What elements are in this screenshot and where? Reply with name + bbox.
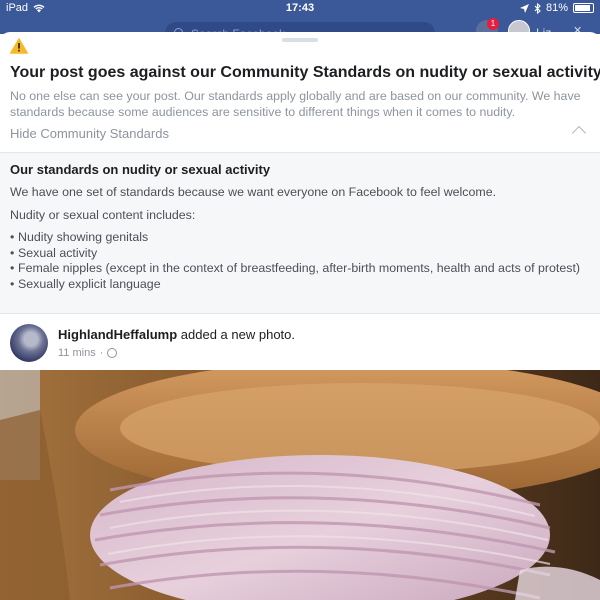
status-right: 81% — [519, 2, 594, 14]
warning-icon — [10, 38, 28, 54]
author-avatar[interactable] — [10, 324, 48, 362]
standards-list: Nudity showing genitals Sexual activity … — [10, 230, 590, 292]
location-icon — [519, 3, 529, 13]
post-meta: 11 mins · — [58, 347, 118, 359]
meta-separator: · — [99, 347, 104, 359]
battery-percentage: 81% — [545, 2, 568, 14]
hide-community-standards-toggle[interactable]: Hide Community Standards — [10, 125, 590, 144]
bluetooth-icon — [534, 2, 541, 14]
author-name[interactable]: HighlandHeffalump — [58, 327, 177, 342]
yarn-bobbin-photo — [0, 370, 600, 600]
post-header: HighlandHeffalump added a new photo. 11 … — [0, 315, 600, 370]
notification-badge: 1 — [487, 18, 499, 30]
status-time: 17:43 — [285, 2, 315, 14]
standards-panel: Our standards on nudity or sexual activi… — [0, 152, 600, 314]
list-item: Female nipples (except in the context of… — [10, 261, 590, 277]
post-photo[interactable] — [0, 370, 600, 600]
standards-intro: We have one set of standards because we … — [10, 185, 497, 199]
list-item: Sexual activity — [10, 246, 590, 262]
warning-description: No one else can see your post. Our stand… — [10, 89, 581, 119]
chevron-up-icon[interactable] — [571, 125, 587, 141]
globe-icon — [107, 348, 118, 358]
standards-heading: Our standards on nudity or sexual activi… — [10, 162, 271, 177]
warning-title: Your post goes against our Community Sta… — [10, 64, 600, 81]
standards-includes-label: Nudity or sexual content includes: — [10, 208, 196, 222]
community-standards-sheet: Your post goes against our Community Sta… — [0, 32, 600, 600]
status-bar: iPad 17:43 81% — [0, 0, 600, 16]
sheet-grabber-handle[interactable] — [282, 38, 318, 42]
post-action: added a new photo. — [180, 327, 296, 342]
post-time[interactable]: 11 mins — [58, 347, 96, 359]
list-item: Sexually explicit language — [10, 277, 590, 293]
toggle-label: Hide Community Standards — [10, 126, 169, 141]
battery-icon — [573, 3, 594, 13]
post-headline: HighlandHeffalump added a new photo. — [58, 327, 295, 342]
top-navigation-bar: iPad 17:43 81% Search Facebook 1 Liz ✕ — [0, 0, 600, 44]
list-item: Nudity showing genitals — [10, 230, 590, 246]
